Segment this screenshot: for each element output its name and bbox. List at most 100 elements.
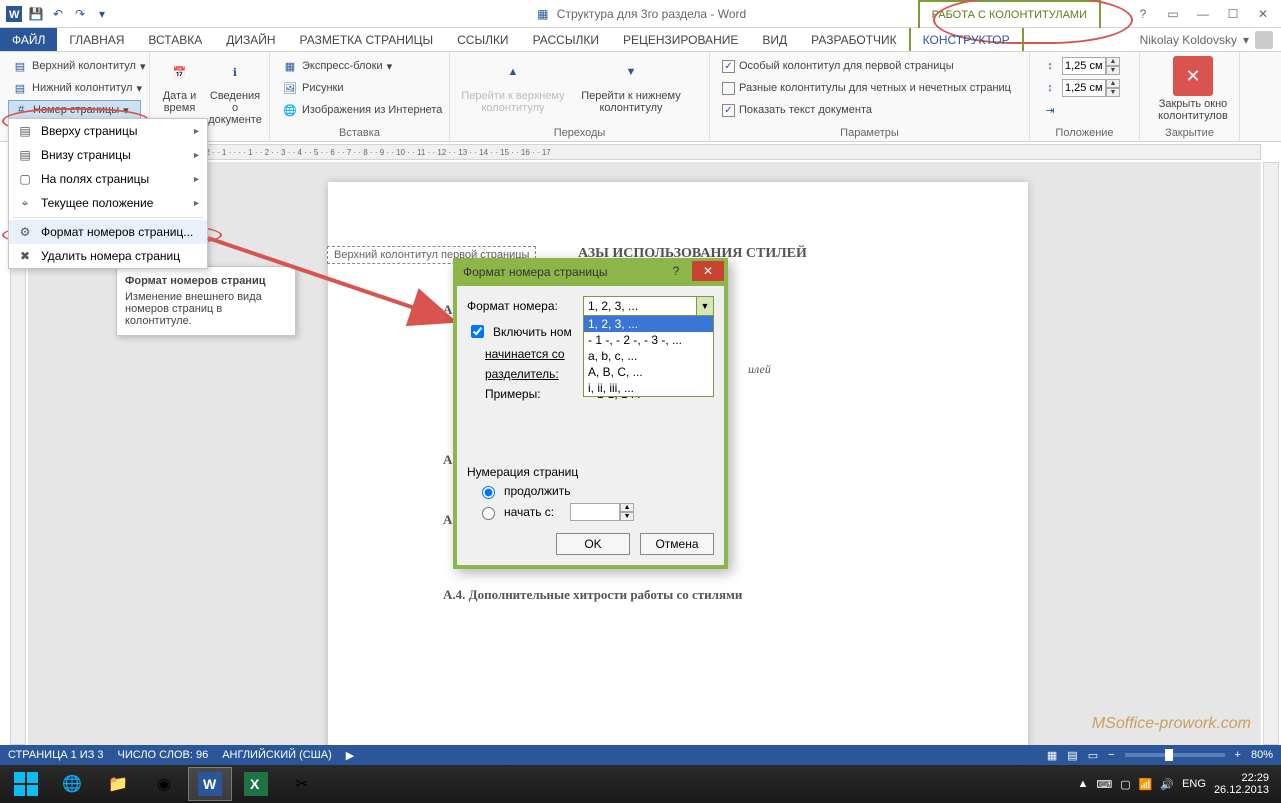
header-button[interactable]: ▤Верхний колонтитул▾ <box>8 56 141 76</box>
spin-up-icon[interactable]: ▲ <box>620 503 634 512</box>
tab-design[interactable]: ДИЗАЙН <box>214 28 287 51</box>
combo-option[interactable]: a, b, c, ... <box>584 348 713 364</box>
status-macro-icon[interactable]: ▶ <box>346 749 354 762</box>
tray-keyboard-icon[interactable]: ⌨ <box>1096 778 1112 791</box>
close-icon[interactable]: ✕ <box>1251 4 1275 24</box>
include-chapter-checkbox[interactable] <box>471 325 484 338</box>
footer-pos-input[interactable] <box>1062 79 1106 97</box>
view-web-icon[interactable]: ▭ <box>1088 749 1098 762</box>
zoom-slider[interactable] <box>1125 753 1225 757</box>
start-at-input[interactable] <box>570 503 620 521</box>
cancel-button[interactable]: Отмена <box>640 533 714 555</box>
spin-down-icon[interactable]: ▼ <box>1106 88 1120 97</box>
status-page[interactable]: СТРАНИЦА 1 ИЗ 3 <box>8 749 104 761</box>
tray-network-icon[interactable]: 📶 <box>1139 778 1153 791</box>
combo-arrow-icon[interactable]: ▼ <box>696 296 714 316</box>
menu-format-page-numbers[interactable]: ⚙Формат номеров страниц... <box>9 220 207 244</box>
combo-option[interactable]: i, ii, iii, ... <box>584 380 713 396</box>
tab-file[interactable]: ФАЙЛ <box>0 28 57 51</box>
quick-parts-button[interactable]: ▦Экспресс-блоки▾ <box>278 56 441 76</box>
combo-option[interactable]: - 1 -, - 2 -, - 3 -, ... <box>584 332 713 348</box>
dialog-close-icon[interactable]: ✕ <box>692 261 724 281</box>
tray-flag-icon[interactable]: ▢ <box>1120 778 1130 791</box>
odd-even-checkbox[interactable]: Разные колонтитулы для четных и нечетных… <box>718 78 1021 98</box>
avatar[interactable] <box>1255 31 1273 49</box>
tray-clock[interactable]: 22:29 26.12.2013 <box>1214 772 1269 796</box>
goto-footer-button[interactable]: ▼Перейти к нижнему колонтитулу <box>576 56 686 114</box>
tray-up-icon[interactable]: ▲ <box>1078 778 1089 790</box>
undo-icon[interactable]: ↶ <box>50 6 66 22</box>
tab-developer[interactable]: РАЗРАБОТЧИК <box>799 28 909 51</box>
menu-page-margins[interactable]: ▢На полях страницы <box>9 167 207 191</box>
start-button[interactable] <box>4 767 48 801</box>
view-read-icon[interactable]: ▤ <box>1067 749 1077 762</box>
tab-view[interactable]: ВИД <box>750 28 799 51</box>
online-pictures-button[interactable]: 🌐Изображения из Интернета <box>278 100 441 120</box>
help-icon[interactable]: ? <box>1131 4 1155 24</box>
qat-more-icon[interactable]: ▾ <box>94 6 110 22</box>
menu-top-of-page[interactable]: ▤Вверху страницы <box>9 119 207 143</box>
datetime-button[interactable]: 📅Дата и время <box>158 56 201 126</box>
status-language[interactable]: АНГЛИЙСКИЙ (США) <box>222 749 332 761</box>
number-format-combo[interactable]: ▼ 1, 2, 3, ... - 1 -, - 2 -, - 3 -, ... … <box>583 296 714 316</box>
tab-review[interactable]: РЕЦЕНЗИРОВАНИЕ <box>611 28 750 51</box>
user-area[interactable]: Nikolay Koldovsky ▾ <box>1140 28 1273 52</box>
combo-option[interactable]: A, B, C, ... <box>584 364 713 380</box>
user-dropdown-icon[interactable]: ▾ <box>1243 33 1249 47</box>
dialog-title-bar[interactable]: Формат номера страницы ? ✕ <box>453 258 728 286</box>
redo-icon[interactable]: ↷ <box>72 6 88 22</box>
taskbar-ie-icon[interactable]: 🌐 <box>50 767 94 801</box>
view-print-icon[interactable]: ▦ <box>1047 749 1057 762</box>
zoom-out-icon[interactable]: − <box>1108 749 1114 761</box>
taskbar-excel-icon[interactable]: X <box>234 767 278 801</box>
header-pos-input[interactable] <box>1062 57 1106 75</box>
tab-home[interactable]: ГЛАВНАЯ <box>57 28 136 51</box>
menu-current-position[interactable]: ⌖Текущее положение <box>9 191 207 215</box>
doc-info-button[interactable]: ℹСведения о документе <box>209 56 261 126</box>
pictures-button[interactable]: 🖼Рисунки <box>278 78 441 98</box>
status-words[interactable]: ЧИСЛО СЛОВ: 96 <box>118 749 209 761</box>
footer-button[interactable]: ▤Нижний колонтитул▾ <box>8 78 141 98</box>
first-page-checkbox[interactable]: ✓Особый колонтитул для первой страницы <box>718 56 1021 76</box>
dialog-help-icon[interactable]: ? <box>664 261 688 281</box>
tab-references[interactable]: ССЫЛКИ <box>445 28 520 51</box>
spin-up-icon[interactable]: ▲ <box>1106 79 1120 88</box>
insert-tab-button[interactable]: ⇥ <box>1038 100 1131 120</box>
menu-remove-page-numbers[interactable]: ✖Удалить номера страниц <box>9 244 207 268</box>
close-headerfooter-button[interactable]: ✕ Закрыть окно колонтитулов <box>1148 56 1238 122</box>
ribbon-group-position: ↕▲▼ ↕▲▼ ⇥ Положение <box>1030 52 1140 141</box>
zoom-value[interactable]: 80% <box>1251 749 1273 761</box>
combo-option[interactable]: 1, 2, 3, ... <box>584 316 713 332</box>
continue-radio[interactable]: продолжить <box>477 483 714 499</box>
spin-down-icon[interactable]: ▼ <box>620 512 634 521</box>
menu-bottom-of-page[interactable]: ▤Внизу страницы <box>9 143 207 167</box>
tab-constructor[interactable]: КОНСТРУКТОР <box>909 28 1024 51</box>
ribbon-display-icon[interactable]: ▭ <box>1161 4 1185 24</box>
number-format-input[interactable] <box>583 296 714 316</box>
vertical-scrollbar[interactable] <box>1263 162 1279 745</box>
tray-sound-icon[interactable]: 🔊 <box>1160 778 1174 791</box>
horizontal-ruler[interactable]: 3 · · 2 · · 1 · · · · 1 · · 2 · · 3 · · … <box>28 144 1261 160</box>
tab-layout[interactable]: РАЗМЕТКА СТРАНИЦЫ <box>288 28 446 51</box>
tab-insert[interactable]: ВСТАВКА <box>136 28 214 51</box>
taskbar-word-icon[interactable]: W <box>188 767 232 801</box>
tray-language[interactable]: ENG <box>1182 778 1206 790</box>
save-icon[interactable]: 💾 <box>28 6 44 22</box>
taskbar-snip-icon[interactable]: ✂ <box>280 767 324 801</box>
spin-up-icon[interactable]: ▲ <box>1106 57 1120 66</box>
taskbar-chrome-icon[interactable]: ◉ <box>142 767 186 801</box>
header-position-field[interactable]: ↕▲▼ <box>1038 56 1131 76</box>
spin-down-icon[interactable]: ▼ <box>1106 66 1120 75</box>
zoom-in-icon[interactable]: + <box>1235 749 1241 761</box>
minimize-icon[interactable]: — <box>1191 4 1215 24</box>
radio-start-at[interactable] <box>482 507 495 520</box>
start-at-radio[interactable]: начать с: ▲▼ <box>477 503 714 521</box>
ok-button[interactable]: OK <box>556 533 630 555</box>
tab-mailings[interactable]: РАССЫЛКИ <box>521 28 611 51</box>
radio-continue[interactable] <box>482 486 495 499</box>
maximize-icon[interactable]: ☐ <box>1221 4 1245 24</box>
blocks-icon: ▦ <box>282 58 298 74</box>
footer-position-field[interactable]: ↕▲▼ <box>1038 78 1131 98</box>
taskbar-explorer-icon[interactable]: 📁 <box>96 767 140 801</box>
show-doc-checkbox[interactable]: ✓Показать текст документа <box>718 100 1021 120</box>
